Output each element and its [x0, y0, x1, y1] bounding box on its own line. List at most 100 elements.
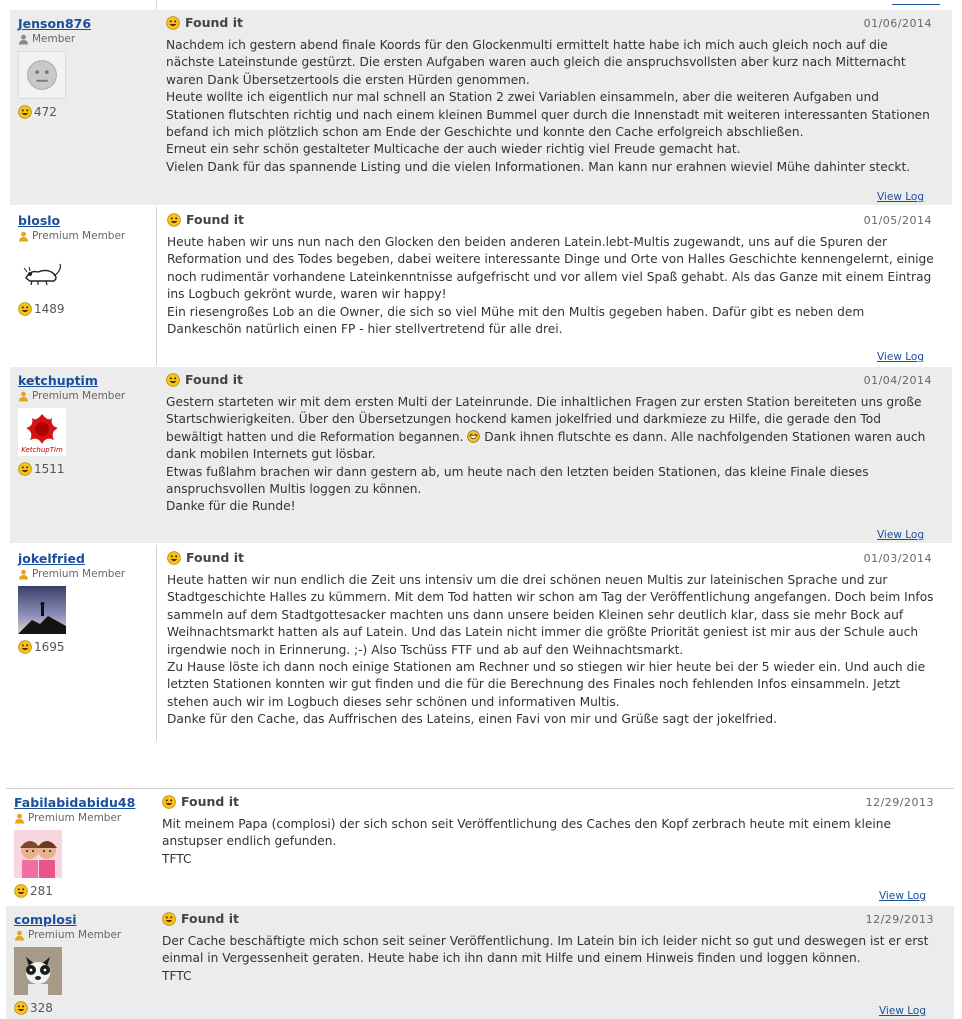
find-count-value: 1695 [34, 640, 65, 654]
member-gray-icon [18, 34, 29, 45]
find-count: 328 [14, 1001, 144, 1015]
find-count-value: 472 [34, 105, 57, 119]
view-log-link[interactable]: View Log [877, 529, 924, 541]
premium-member-icon [14, 813, 25, 824]
log-text: Der Cache beschäftigte mich schon seit s… [162, 933, 938, 985]
big-grin-icon [467, 430, 481, 443]
smiley-icon [18, 640, 32, 654]
find-count-value: 1511 [34, 462, 65, 476]
smiley-icon [18, 302, 32, 316]
member-status: Premium Member [18, 230, 148, 242]
log-paragraph: Vielen Dank für das spannende Listing un… [166, 159, 911, 174]
log-paragraph: Ein riesengroßes Lob an die Owner, die s… [167, 304, 865, 337]
log-paragraph: Heute wollte ich eigentlich nur mal schn… [166, 90, 930, 140]
log-type: Found it [162, 911, 938, 926]
avatar[interactable] [18, 51, 66, 99]
log-type-label: Found it [181, 794, 239, 809]
log-content: Found it 12/29/2013 Mit meinem Papa (com… [152, 789, 944, 904]
username-link[interactable]: complosi [14, 912, 144, 927]
log-paragraph: TFTC [162, 968, 192, 983]
log-entry: ketchuptim Premium Member KetchupTim 151… [10, 367, 952, 543]
log-author: Fabilabidabidu48 Premium Member 281 [14, 795, 144, 898]
premium-member-icon [14, 930, 25, 941]
find-count: 281 [14, 884, 144, 898]
log-paragraph: Nachdem ich gestern abend finale Koords … [166, 38, 906, 87]
username-link[interactable]: bloslo [18, 213, 148, 228]
find-count: 472 [18, 105, 148, 119]
find-count-value: 1489 [34, 302, 65, 316]
member-status: Premium Member [14, 929, 144, 941]
username-link[interactable]: Fabilabidabidu48 [14, 795, 144, 810]
member-type-label: Premium Member [28, 812, 122, 824]
member-type-label: Member [32, 33, 76, 45]
log-paragraph: TFTC [162, 851, 192, 866]
log-author: ketchuptim Premium Member KetchupTim 151… [18, 373, 148, 476]
log-paragraph: Etwas fußlahm brachen wir dann gestern a… [166, 464, 869, 497]
log-type: Found it [167, 212, 936, 227]
username-link[interactable]: ketchuptim [18, 373, 148, 388]
previous-log-fragment [0, 0, 962, 10]
premium-member-icon [18, 391, 29, 402]
log-type: Found it [167, 550, 936, 565]
premium-member-icon [18, 231, 29, 242]
premium-member-icon [18, 569, 29, 580]
member-status: Premium Member [14, 812, 144, 824]
log-content: Found it 01/06/2014 Nachdem ich gestern … [156, 10, 942, 205]
view-log-link[interactable]: View Log [879, 1005, 926, 1017]
found-it-icon [162, 795, 176, 809]
log-content: Found it 01/03/2014 Heute hatten wir nun… [156, 545, 942, 741]
smiley-icon [14, 884, 28, 898]
found-it-icon [166, 373, 180, 387]
username-link[interactable]: Jenson876 [18, 16, 148, 31]
username-link[interactable]: jokelfried [18, 551, 148, 566]
smiley-icon [18, 462, 32, 476]
log-paragraph: Zu Hause löste ich dann noch einige Stat… [167, 660, 926, 709]
found-it-icon [167, 551, 181, 565]
view-log-link[interactable]: View Log [877, 191, 924, 203]
log-type-label: Found it [186, 550, 244, 565]
view-log-link[interactable]: View Log [877, 351, 924, 363]
avatar[interactable] [18, 586, 66, 634]
find-count: 1511 [18, 462, 148, 476]
log-paragraph: Danke für die Runde! [166, 499, 296, 514]
find-count-value: 328 [30, 1001, 53, 1015]
log-content: Found it 12/29/2013 Der Cache beschäftig… [152, 906, 944, 1019]
log-paragraph: Danke für den Cache, das Auffrischen des… [167, 712, 778, 727]
log-text: Gestern starteten wir mit dem ersten Mul… [166, 394, 936, 516]
log-date: 01/03/2014 [863, 552, 932, 565]
log-date: 12/29/2013 [865, 913, 934, 926]
member-type-label: Premium Member [28, 929, 122, 941]
log-type: Found it [162, 794, 938, 809]
find-count-value: 281 [30, 884, 53, 898]
found-it-icon [167, 213, 181, 227]
svg-text:KetchupTim: KetchupTim [21, 446, 63, 454]
log-paragraph: Mit meinem Papa (complosi) der sich scho… [162, 817, 891, 849]
log-text: Heute hatten wir nun endlich die Zeit un… [167, 572, 936, 729]
view-log-link-fragment[interactable] [892, 4, 940, 5]
find-count: 1489 [18, 302, 148, 316]
member-status: Premium Member [18, 390, 148, 402]
log-paragraph: Erneut ein sehr schön gestalteter Multic… [166, 142, 741, 157]
log-content: Found it 01/05/2014 Heute haben wir uns … [156, 207, 942, 365]
avatar[interactable] [14, 830, 62, 878]
smiley-icon [18, 105, 32, 119]
smiley-icon [14, 1001, 28, 1015]
log-date: 01/06/2014 [863, 17, 932, 30]
log-date: 01/04/2014 [863, 374, 932, 387]
avatar[interactable] [14, 947, 62, 995]
member-type-label: Premium Member [32, 568, 126, 580]
find-count: 1695 [18, 640, 148, 654]
log-author: bloslo Premium Member 1489 [18, 213, 148, 316]
log-text: Mit meinem Papa (complosi) der sich scho… [162, 816, 938, 868]
log-type-label: Found it [185, 15, 243, 30]
log-author: Jenson876 Member 472 [18, 16, 148, 119]
view-log-link[interactable]: View Log [879, 890, 926, 902]
log-entry: bloslo Premium Member 1489 Found it 01/0… [10, 207, 952, 365]
log-type-label: Found it [186, 212, 244, 227]
log-type-label: Found it [185, 372, 243, 387]
avatar[interactable] [18, 248, 66, 296]
log-entry: jokelfried Premium Member 1695 Found it … [10, 545, 952, 741]
log-paragraph: Heute hatten wir nun endlich die Zeit un… [167, 573, 934, 657]
log-text: Nachdem ich gestern abend finale Koords … [166, 37, 936, 176]
avatar[interactable]: KetchupTim [18, 408, 66, 456]
